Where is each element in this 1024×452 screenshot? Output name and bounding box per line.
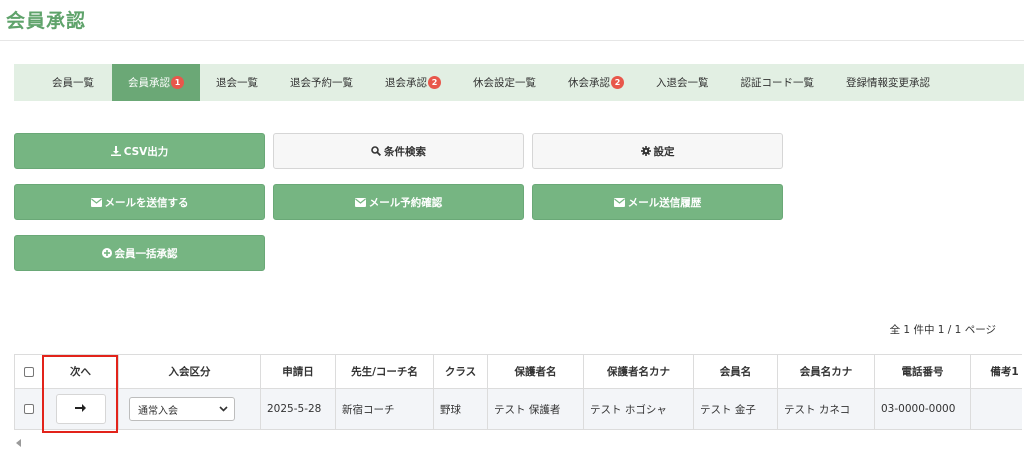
scroll-left-arrow-icon[interactable] <box>16 439 21 447</box>
header-member: 会員名 <box>693 354 778 389</box>
tab-label: 登録情報変更承認 <box>846 77 930 89</box>
button-label: メールを送信する <box>104 196 189 209</box>
tab-leave-approval[interactable]: 休会承認 2 <box>552 64 640 101</box>
row-guardian-kana: テスト ホゴシャ <box>583 388 694 430</box>
button-label: メール予約確認 <box>368 196 443 209</box>
tab-withdrawal-reservation-list[interactable]: 退会予約一覧 <box>274 64 369 101</box>
chevron-down-icon <box>219 404 228 415</box>
tab-label: 休会承認 <box>568 77 610 89</box>
horizontal-scrollbar[interactable] <box>14 438 1022 448</box>
row-member: テスト 金子 <box>693 388 778 430</box>
row-join-type-cell: 通常入会 <box>118 388 261 430</box>
csv-export-button[interactable]: CSV出力 <box>14 133 265 169</box>
mail-reservation-button[interactable]: メール予約確認 <box>273 184 524 220</box>
settings-button[interactable]: 設定 <box>532 133 783 169</box>
member-table-container: 次へ 入会区分 申請日 先生/コーチ名 クラス 保護者名 保護者名カナ 会員名 … <box>14 354 1022 434</box>
next-button[interactable] <box>55 394 106 424</box>
row-select-cell <box>14 388 43 430</box>
row-phone: 03-0000-0000 <box>874 388 971 430</box>
header-note: 備考1 <box>970 354 1022 389</box>
tab-label: 退会承認 <box>385 77 427 89</box>
row-note <box>970 388 1022 430</box>
envelope-icon <box>613 197 625 207</box>
header-phone: 電話番号 <box>874 354 971 389</box>
count-badge: 2 <box>428 76 441 89</box>
button-label: CSV出力 <box>123 145 169 158</box>
bulk-approve-button[interactable]: 会員一括承認 <box>14 235 265 271</box>
button-label: 条件検索 <box>384 145 426 158</box>
tab-label: 会員一覧 <box>52 77 94 89</box>
tab-join-leave-list[interactable]: 入退会一覧 <box>640 64 725 101</box>
tab-member-approval[interactable]: 会員承認 1 <box>112 64 200 101</box>
table-row: 通常入会 2025-5-28 新宿コーチ 野球 テスト 保護者 テスト ホゴシャ… <box>14 388 1022 430</box>
tab-label: 退会一覧 <box>216 77 258 89</box>
condition-search-button[interactable]: 条件検索 <box>273 133 524 169</box>
header-apply-date: 申請日 <box>260 354 336 389</box>
header-coach: 先生/コーチ名 <box>335 354 434 389</box>
select-all-checkbox[interactable] <box>23 366 34 377</box>
tab-withdrawal-list[interactable]: 退会一覧 <box>200 64 274 101</box>
header-join-type: 入会区分 <box>118 354 261 389</box>
search-icon <box>371 146 381 156</box>
count-badge: 1 <box>171 76 184 89</box>
envelope-icon <box>90 197 102 207</box>
header-guardian-kana: 保護者名カナ <box>583 354 694 389</box>
page-title: 会員承認 <box>6 10 87 32</box>
tab-label: 認証コード一覧 <box>740 77 815 89</box>
row-class: 野球 <box>433 388 488 430</box>
header-member-kana: 会員名カナ <box>777 354 875 389</box>
header-select-all[interactable] <box>14 354 43 389</box>
pagination-info: 全 1 件中 1 / 1 ページ <box>889 324 996 336</box>
tab-auth-code-list[interactable]: 認証コード一覧 <box>725 64 831 101</box>
select-value: 通常入会 <box>138 405 178 417</box>
row-member-kana: テスト カネコ <box>777 388 875 430</box>
tab-label: 休会設定一覧 <box>473 77 536 89</box>
header-next: 次へ <box>42 354 119 389</box>
count-badge: 2 <box>611 76 624 89</box>
table-header-row: 次へ 入会区分 申請日 先生/コーチ名 クラス 保護者名 保護者名カナ 会員名 … <box>14 354 1022 389</box>
member-table: 次へ 入会区分 申請日 先生/コーチ名 クラス 保護者名 保護者名カナ 会員名 … <box>14 354 1022 430</box>
gear-icon <box>640 146 651 156</box>
row-next-cell <box>42 388 119 430</box>
button-label: メール送信履歴 <box>627 196 702 209</box>
row-guardian: テスト 保護者 <box>487 388 584 430</box>
envelope-icon <box>354 197 366 207</box>
arrow-right-icon <box>75 403 86 416</box>
title-divider <box>0 40 1024 41</box>
tab-label: 退会予約一覧 <box>290 77 353 89</box>
download-icon <box>110 146 121 156</box>
tab-label: 会員承認 <box>128 77 170 89</box>
tab-label: 入退会一覧 <box>656 77 709 89</box>
mail-history-button[interactable]: メール送信履歴 <box>532 184 783 220</box>
row-coach: 新宿コーチ <box>335 388 434 430</box>
tab-withdrawal-approval[interactable]: 退会承認 2 <box>369 64 457 101</box>
tab-member-list[interactable]: 会員一覧 <box>14 64 112 101</box>
tab-leave-settings-list[interactable]: 休会設定一覧 <box>457 64 552 101</box>
plus-circle-icon <box>101 248 112 258</box>
join-type-select[interactable]: 通常入会 <box>129 397 235 421</box>
tab-profile-change-approval[interactable]: 登録情報変更承認 <box>830 64 946 101</box>
row-checkbox[interactable] <box>23 404 34 414</box>
header-class: クラス <box>433 354 488 389</box>
button-label: 設定 <box>653 145 675 158</box>
send-mail-button[interactable]: メールを送信する <box>14 184 265 220</box>
tab-bar: 会員一覧 会員承認 1 退会一覧 退会予約一覧 退会承認 2 休会設定一覧 休会承認… <box>14 64 1024 101</box>
row-apply-date: 2025-5-28 <box>260 388 336 430</box>
header-guardian: 保護者名 <box>487 354 584 389</box>
button-label: 会員一括承認 <box>114 247 178 260</box>
